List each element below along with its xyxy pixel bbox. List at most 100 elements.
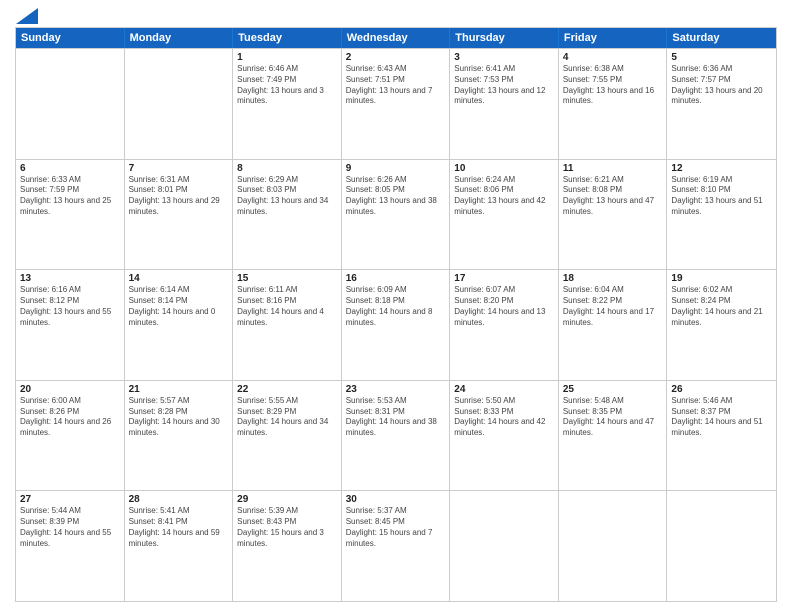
day-info: Sunrise: 5:57 AM Sunset: 8:28 PM Dayligh… [129, 396, 229, 439]
day-number: 3 [454, 52, 554, 63]
calendar-cell: 3Sunrise: 6:41 AM Sunset: 7:53 PM Daylig… [450, 49, 559, 159]
day-info: Sunrise: 6:36 AM Sunset: 7:57 PM Dayligh… [671, 64, 772, 107]
calendar-cell: 26Sunrise: 5:46 AM Sunset: 8:37 PM Dayli… [667, 381, 776, 491]
calendar-row-2: 6Sunrise: 6:33 AM Sunset: 7:59 PM Daylig… [16, 159, 776, 270]
day-number: 15 [237, 273, 337, 284]
calendar-body: 1Sunrise: 6:46 AM Sunset: 7:49 PM Daylig… [16, 48, 776, 601]
calendar-cell: 19Sunrise: 6:02 AM Sunset: 8:24 PM Dayli… [667, 270, 776, 380]
calendar-cell: 9Sunrise: 6:26 AM Sunset: 8:05 PM Daylig… [342, 160, 451, 270]
header [15, 10, 777, 21]
day-number: 11 [563, 163, 663, 174]
calendar-row-4: 20Sunrise: 6:00 AM Sunset: 8:26 PM Dayli… [16, 380, 776, 491]
calendar-header: SundayMondayTuesdayWednesdayThursdayFrid… [16, 28, 776, 48]
calendar-cell: 7Sunrise: 6:31 AM Sunset: 8:01 PM Daylig… [125, 160, 234, 270]
day-number: 23 [346, 384, 446, 395]
header-day-tuesday: Tuesday [233, 28, 342, 48]
day-number: 27 [20, 494, 120, 505]
day-info: Sunrise: 6:21 AM Sunset: 8:08 PM Dayligh… [563, 175, 663, 218]
day-number: 24 [454, 384, 554, 395]
day-info: Sunrise: 6:16 AM Sunset: 8:12 PM Dayligh… [20, 285, 120, 328]
day-number: 22 [237, 384, 337, 395]
calendar-cell: 22Sunrise: 5:55 AM Sunset: 8:29 PM Dayli… [233, 381, 342, 491]
calendar-cell: 6Sunrise: 6:33 AM Sunset: 7:59 PM Daylig… [16, 160, 125, 270]
day-info: Sunrise: 6:38 AM Sunset: 7:55 PM Dayligh… [563, 64, 663, 107]
calendar-cell: 8Sunrise: 6:29 AM Sunset: 8:03 PM Daylig… [233, 160, 342, 270]
calendar-cell: 4Sunrise: 6:38 AM Sunset: 7:55 PM Daylig… [559, 49, 668, 159]
day-number: 16 [346, 273, 446, 284]
day-number: 14 [129, 273, 229, 284]
day-number: 6 [20, 163, 120, 174]
calendar-cell: 16Sunrise: 6:09 AM Sunset: 8:18 PM Dayli… [342, 270, 451, 380]
day-info: Sunrise: 6:33 AM Sunset: 7:59 PM Dayligh… [20, 175, 120, 218]
calendar-cell: 25Sunrise: 5:48 AM Sunset: 8:35 PM Dayli… [559, 381, 668, 491]
day-number: 28 [129, 494, 229, 505]
calendar-cell: 27Sunrise: 5:44 AM Sunset: 8:39 PM Dayli… [16, 491, 125, 601]
day-info: Sunrise: 6:31 AM Sunset: 8:01 PM Dayligh… [129, 175, 229, 218]
day-info: Sunrise: 6:43 AM Sunset: 7:51 PM Dayligh… [346, 64, 446, 107]
day-info: Sunrise: 6:24 AM Sunset: 8:06 PM Dayligh… [454, 175, 554, 218]
day-info: Sunrise: 6:46 AM Sunset: 7:49 PM Dayligh… [237, 64, 337, 107]
day-number: 30 [346, 494, 446, 505]
calendar: SundayMondayTuesdayWednesdayThursdayFrid… [15, 27, 777, 602]
day-info: Sunrise: 5:41 AM Sunset: 8:41 PM Dayligh… [129, 506, 229, 549]
calendar-cell: 5Sunrise: 6:36 AM Sunset: 7:57 PM Daylig… [667, 49, 776, 159]
calendar-cell: 21Sunrise: 5:57 AM Sunset: 8:28 PM Dayli… [125, 381, 234, 491]
calendar-cell: 14Sunrise: 6:14 AM Sunset: 8:14 PM Dayli… [125, 270, 234, 380]
calendar-row-5: 27Sunrise: 5:44 AM Sunset: 8:39 PM Dayli… [16, 490, 776, 601]
day-info: Sunrise: 6:09 AM Sunset: 8:18 PM Dayligh… [346, 285, 446, 328]
day-number: 17 [454, 273, 554, 284]
day-number: 26 [671, 384, 772, 395]
calendar-row-3: 13Sunrise: 6:16 AM Sunset: 8:12 PM Dayli… [16, 269, 776, 380]
day-number: 25 [563, 384, 663, 395]
day-info: Sunrise: 6:41 AM Sunset: 7:53 PM Dayligh… [454, 64, 554, 107]
day-number: 4 [563, 52, 663, 63]
calendar-cell: 24Sunrise: 5:50 AM Sunset: 8:33 PM Dayli… [450, 381, 559, 491]
day-number: 13 [20, 273, 120, 284]
day-number: 2 [346, 52, 446, 63]
day-info: Sunrise: 6:02 AM Sunset: 8:24 PM Dayligh… [671, 285, 772, 328]
calendar-row-1: 1Sunrise: 6:46 AM Sunset: 7:49 PM Daylig… [16, 48, 776, 159]
day-number: 8 [237, 163, 337, 174]
header-day-sunday: Sunday [16, 28, 125, 48]
calendar-cell: 23Sunrise: 5:53 AM Sunset: 8:31 PM Dayli… [342, 381, 451, 491]
calendar-cell: 29Sunrise: 5:39 AM Sunset: 8:43 PM Dayli… [233, 491, 342, 601]
calendar-cell [667, 491, 776, 601]
calendar-cell: 28Sunrise: 5:41 AM Sunset: 8:41 PM Dayli… [125, 491, 234, 601]
day-info: Sunrise: 5:50 AM Sunset: 8:33 PM Dayligh… [454, 396, 554, 439]
calendar-cell: 10Sunrise: 6:24 AM Sunset: 8:06 PM Dayli… [450, 160, 559, 270]
header-day-monday: Monday [125, 28, 234, 48]
day-number: 5 [671, 52, 772, 63]
calendar-cell [125, 49, 234, 159]
day-number: 29 [237, 494, 337, 505]
calendar-cell: 11Sunrise: 6:21 AM Sunset: 8:08 PM Dayli… [559, 160, 668, 270]
calendar-cell [559, 491, 668, 601]
calendar-cell: 13Sunrise: 6:16 AM Sunset: 8:12 PM Dayli… [16, 270, 125, 380]
logo-icon [16, 8, 38, 24]
day-number: 1 [237, 52, 337, 63]
calendar-cell [16, 49, 125, 159]
day-number: 20 [20, 384, 120, 395]
day-info: Sunrise: 6:07 AM Sunset: 8:20 PM Dayligh… [454, 285, 554, 328]
calendar-cell: 17Sunrise: 6:07 AM Sunset: 8:20 PM Dayli… [450, 270, 559, 380]
logo [15, 10, 38, 21]
day-info: Sunrise: 5:55 AM Sunset: 8:29 PM Dayligh… [237, 396, 337, 439]
calendar-cell: 1Sunrise: 6:46 AM Sunset: 7:49 PM Daylig… [233, 49, 342, 159]
day-number: 7 [129, 163, 229, 174]
calendar-cell: 2Sunrise: 6:43 AM Sunset: 7:51 PM Daylig… [342, 49, 451, 159]
day-info: Sunrise: 6:00 AM Sunset: 8:26 PM Dayligh… [20, 396, 120, 439]
day-number: 21 [129, 384, 229, 395]
day-number: 10 [454, 163, 554, 174]
calendar-cell: 18Sunrise: 6:04 AM Sunset: 8:22 PM Dayli… [559, 270, 668, 380]
day-info: Sunrise: 5:53 AM Sunset: 8:31 PM Dayligh… [346, 396, 446, 439]
day-info: Sunrise: 5:48 AM Sunset: 8:35 PM Dayligh… [563, 396, 663, 439]
header-day-friday: Friday [559, 28, 668, 48]
calendar-cell: 12Sunrise: 6:19 AM Sunset: 8:10 PM Dayli… [667, 160, 776, 270]
day-number: 19 [671, 273, 772, 284]
day-info: Sunrise: 6:19 AM Sunset: 8:10 PM Dayligh… [671, 175, 772, 218]
day-info: Sunrise: 5:39 AM Sunset: 8:43 PM Dayligh… [237, 506, 337, 549]
calendar-cell [450, 491, 559, 601]
day-info: Sunrise: 6:26 AM Sunset: 8:05 PM Dayligh… [346, 175, 446, 218]
day-info: Sunrise: 6:29 AM Sunset: 8:03 PM Dayligh… [237, 175, 337, 218]
day-number: 12 [671, 163, 772, 174]
day-info: Sunrise: 6:04 AM Sunset: 8:22 PM Dayligh… [563, 285, 663, 328]
